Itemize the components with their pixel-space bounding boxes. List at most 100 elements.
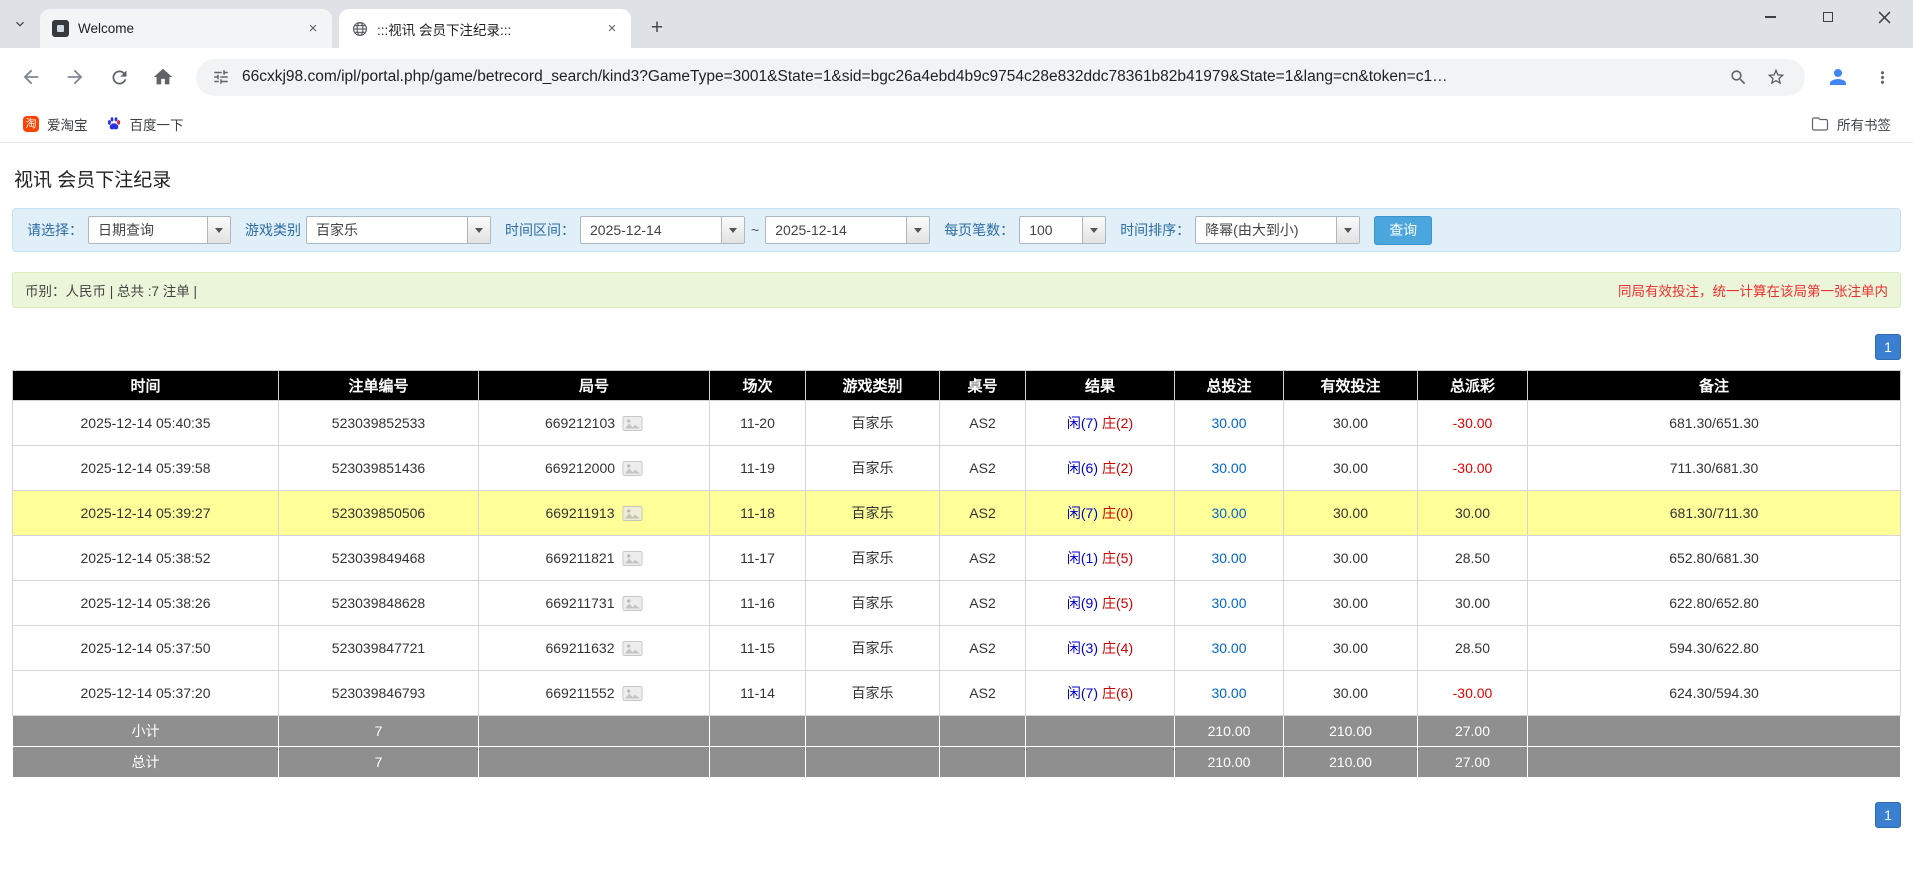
- tab-betrecord[interactable]: :::视讯 会员下注纪录::: ×: [339, 9, 631, 48]
- dropdown-arrow-icon[interactable]: [721, 217, 744, 243]
- home-button[interactable]: [144, 58, 182, 96]
- dropdown-arrow-icon[interactable]: [207, 217, 230, 243]
- dropdown-arrow-icon[interactable]: [906, 217, 930, 243]
- bookmark-label: 爱淘宝: [47, 118, 88, 133]
- video-replay-icon[interactable]: [622, 415, 643, 431]
- cell-result: 闲(6) 庄(2): [1025, 445, 1175, 491]
- bet-record-row: 2025-12-14 05:37:50 523039847721 669211632…: [12, 625, 1901, 671]
- page-content: 视讯 会员下注纪录 请选择： 日期查询 游戏类别 百家乐 时间区间： 2025-…: [0, 143, 1913, 885]
- range-separator: ~: [751, 222, 760, 238]
- site-settings-icon[interactable]: [212, 68, 230, 86]
- menu-button[interactable]: [1863, 58, 1901, 96]
- refresh-icon: [112, 70, 126, 84]
- cell-result: 闲(7) 庄(0): [1025, 490, 1175, 536]
- date-from-select[interactable]: 2025-12-14: [580, 216, 745, 244]
- cell-bet-id: 523039849468: [278, 535, 479, 581]
- table-header-row: 时间 注单编号 局号 场次 游戏类别 桌号 结果 总投注 有效投注 总派彩 备注: [12, 370, 1901, 401]
- video-replay-icon[interactable]: [622, 640, 643, 656]
- minimize-button[interactable]: [1742, 0, 1799, 34]
- dropdown-arrow-icon[interactable]: [467, 217, 490, 243]
- cell-payout: 30.00: [1417, 580, 1528, 626]
- result-player: 闲(7): [1066, 505, 1098, 521]
- video-replay-icon[interactable]: [622, 550, 643, 566]
- total-bet-link[interactable]: 30.00: [1211, 685, 1246, 701]
- address-bar[interactable]: 66cxkj98.com/ipl/portal.php/game/betreco…: [196, 58, 1805, 96]
- sort-order-value: 降幂(由大到小): [1205, 222, 1299, 238]
- all-bookmarks-button[interactable]: 所有书签: [1803, 110, 1899, 138]
- page-1-button[interactable]: 1: [1875, 334, 1901, 360]
- total-bet-link[interactable]: 30.00: [1211, 595, 1246, 611]
- tab-title: Welcome: [78, 21, 135, 36]
- column-header: 有效投注: [1283, 370, 1418, 401]
- query-type-select[interactable]: 日期查询: [88, 216, 231, 244]
- column-header: 注单编号: [278, 370, 479, 401]
- bet-record-row: 2025-12-14 05:39:27 523039850506 669211913…: [12, 490, 1901, 536]
- sort-order-select[interactable]: 降幂(由大到小): [1195, 216, 1361, 244]
- result-banker: 庄(0): [1102, 505, 1134, 521]
- sum-cell: [939, 715, 1026, 747]
- game-type-value: 百家乐: [316, 222, 358, 238]
- cell-remark: 622.80/652.80: [1527, 580, 1901, 626]
- total-bet-link[interactable]: 30.00: [1211, 415, 1246, 431]
- game-type-label: 游戏类别: [245, 222, 301, 238]
- tab-search-button[interactable]: [0, 0, 40, 48]
- close-tab-icon[interactable]: ×: [603, 20, 621, 38]
- total-bet-link[interactable]: 30.00: [1211, 640, 1246, 656]
- game-type-select[interactable]: 百家乐: [306, 216, 491, 244]
- cell-game: 百家乐: [805, 535, 940, 581]
- back-icon: [23, 69, 39, 85]
- dropdown-arrow-icon[interactable]: [1082, 217, 1106, 243]
- video-replay-icon[interactable]: [622, 685, 643, 701]
- page-size-select[interactable]: 100: [1019, 216, 1107, 244]
- new-tab-button[interactable]: +: [642, 13, 672, 43]
- column-header: 总投注: [1174, 370, 1284, 401]
- select-type-label: 请选择：: [27, 222, 83, 238]
- close-window-button[interactable]: [1856, 0, 1913, 34]
- forward-button[interactable]: [56, 58, 94, 96]
- cell-result: 闲(9) 庄(5): [1025, 580, 1175, 626]
- profile-button[interactable]: [1819, 58, 1857, 96]
- date-to-select[interactable]: 2025-12-14: [765, 216, 931, 244]
- currency-summary: 币别：人民币 | 总共 :7 注单 |: [25, 284, 198, 299]
- cell-game: 百家乐: [805, 670, 940, 716]
- maximize-button[interactable]: [1799, 0, 1856, 34]
- cell-bet-id: 523039852533: [278, 400, 479, 446]
- cell-session: 11-15: [709, 625, 806, 671]
- total-bet-link[interactable]: 30.00: [1211, 505, 1246, 521]
- search-button[interactable]: 查询: [1374, 215, 1433, 245]
- total-bet-link[interactable]: 30.00: [1211, 550, 1246, 566]
- page-1-button[interactable]: 1: [1875, 802, 1901, 828]
- close-tab-icon[interactable]: ×: [304, 20, 322, 38]
- bet-record-row: 2025-12-14 05:37:20 523039846793 669211552…: [12, 670, 1901, 716]
- cell-valid-bet: 30.00: [1283, 625, 1418, 671]
- total-bet-link[interactable]: 30.00: [1211, 460, 1246, 476]
- video-replay-icon[interactable]: [622, 595, 643, 611]
- chevron-down-icon: [16, 21, 24, 27]
- video-replay-icon[interactable]: [622, 505, 643, 521]
- cell-round: 669211913: [478, 490, 710, 536]
- result-banker: 庄(4): [1102, 640, 1134, 656]
- cell-round: 669211731: [478, 580, 710, 626]
- video-replay-icon[interactable]: [622, 460, 643, 476]
- cell-payout: 30.00: [1417, 490, 1528, 536]
- cell-table-no: AS2: [939, 580, 1026, 626]
- cell-valid-bet: 30.00: [1283, 535, 1418, 581]
- sum-cell: 小计: [12, 715, 279, 747]
- bookmark-star-icon[interactable]: [1763, 64, 1789, 90]
- cell-valid-bet: 30.00: [1283, 400, 1418, 446]
- cell-round: 669211632: [478, 625, 710, 671]
- tab-welcome[interactable]: Welcome ×: [40, 9, 332, 48]
- bet-record-row: 2025-12-14 05:40:35 523039852533 669212103…: [12, 400, 1901, 446]
- dropdown-arrow-icon[interactable]: [1336, 217, 1360, 243]
- result-banker: 庄(6): [1102, 685, 1134, 701]
- refresh-button[interactable]: [100, 58, 138, 96]
- sum-cell: [1527, 746, 1901, 778]
- zoom-indicator-icon[interactable]: [1725, 64, 1751, 90]
- cell-table-no: AS2: [939, 670, 1026, 716]
- bookmark-aitaobao[interactable]: 淘 爱淘宝: [14, 110, 97, 138]
- cell-remark: 681.30/651.30: [1527, 400, 1901, 446]
- bookmark-baidu[interactable]: 百度一下: [97, 110, 193, 138]
- back-button[interactable]: [12, 58, 50, 96]
- cell-time: 2025-12-14 05:40:35: [12, 400, 279, 446]
- column-header: 结果: [1025, 370, 1175, 401]
